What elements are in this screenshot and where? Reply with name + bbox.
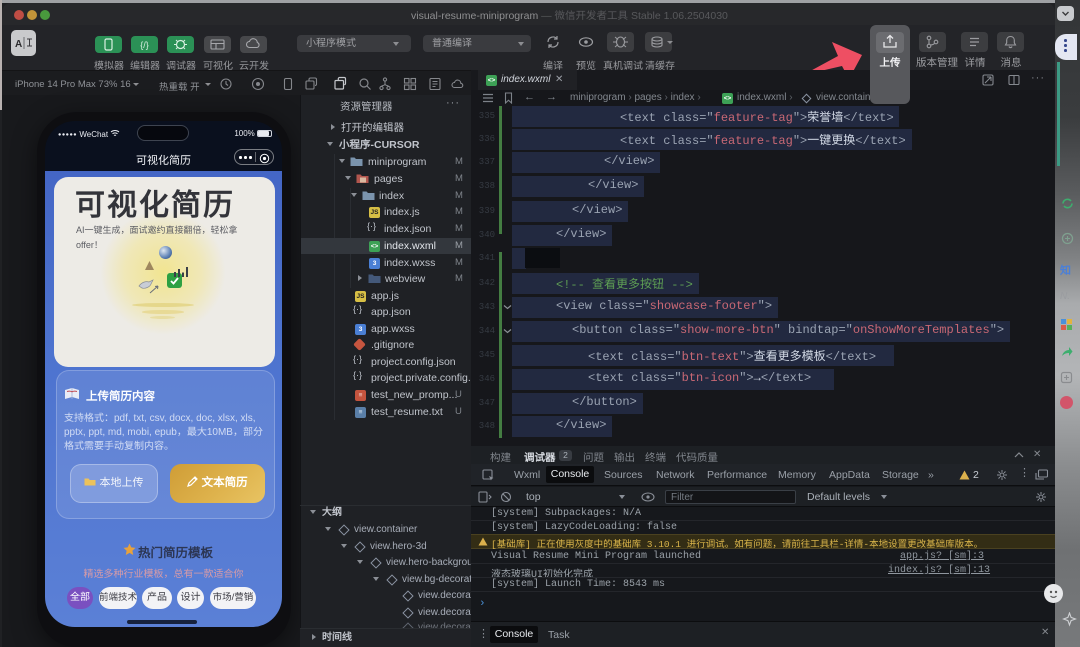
- svg-text:{/}: {/}: [140, 40, 149, 50]
- svg-text:A: A: [15, 39, 22, 50]
